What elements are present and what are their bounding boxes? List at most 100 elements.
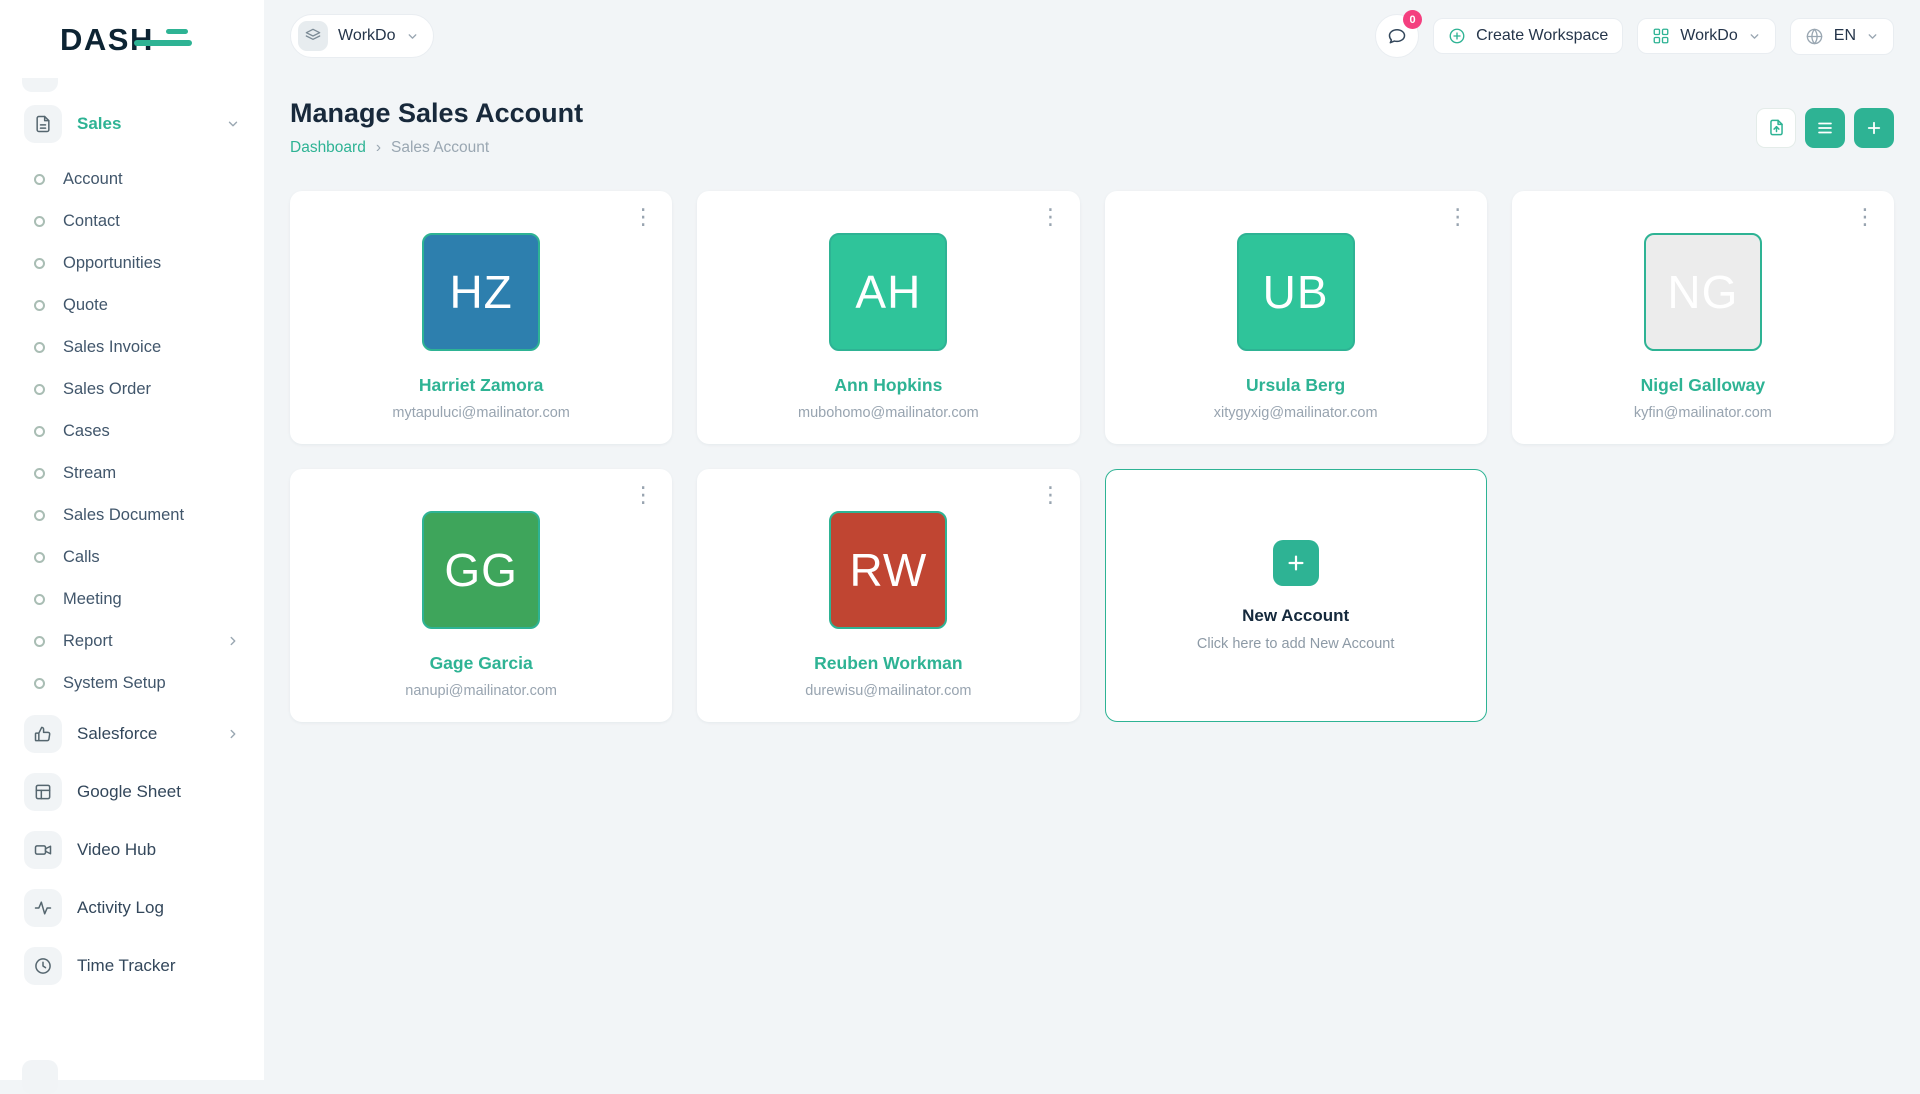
sidebar-item-time-tracker[interactable]: Time Tracker <box>16 940 248 992</box>
list-view-button[interactable] <box>1805 108 1845 148</box>
like-icon <box>24 715 62 753</box>
plus-icon[interactable] <box>1273 540 1319 586</box>
clock-icon <box>24 947 62 985</box>
topbar-right: 0 Create Workspace WorkDo <box>1375 14 1894 58</box>
sidebar-subitem-calls[interactable]: Calls <box>16 536 248 578</box>
sidebar-subitem-cases[interactable]: Cases <box>16 410 248 452</box>
list-icon <box>1816 119 1834 137</box>
layers-icon <box>298 21 328 51</box>
bullet-icon <box>34 216 45 227</box>
sidebar-subitem-label: System Setup <box>63 674 240 693</box>
account-initials: HZ <box>449 265 512 319</box>
account-email: durewisu@mailinator.com <box>805 683 971 699</box>
sidebar-bottom-menu: Salesforce Google Sheet Video Hub Activity … <box>16 708 248 992</box>
document-icon <box>24 105 62 143</box>
bullet-icon <box>34 468 45 479</box>
account-card[interactable]: ⋮HZHarriet Zamoramytapuluci@mailinator.c… <box>290 191 672 444</box>
bullet-icon <box>34 510 45 521</box>
sidebar-subitem-account[interactable]: Account <box>16 158 248 200</box>
chevron-right-icon <box>226 634 240 648</box>
chevron-down-icon <box>1748 30 1761 43</box>
language-selector[interactable]: EN <box>1790 18 1894 55</box>
sidebar-subitem-sales-order[interactable]: Sales Order <box>16 368 248 410</box>
account-avatar: RW <box>829 511 947 629</box>
sidebar-item-sales[interactable]: Sales <box>16 98 248 150</box>
account-card[interactable]: ⋮NGNigel Gallowaykyfin@mailinator.com <box>1512 191 1894 444</box>
sidebar: DASH Sales Account Contact Opportunities Qu… <box>0 0 264 1080</box>
create-workspace-button[interactable]: Create Workspace <box>1433 18 1623 54</box>
sidebar-subitem-quote[interactable]: Quote <box>16 284 248 326</box>
messages-button[interactable]: 0 <box>1375 14 1419 58</box>
account-name[interactable]: Nigel Galloway <box>1641 375 1765 396</box>
sidebar-subitem-opportunities[interactable]: Opportunities <box>16 242 248 284</box>
account-initials: UB <box>1263 265 1329 319</box>
messages-badge: 0 <box>1403 10 1422 29</box>
sidebar-subitem-system-setup[interactable]: System Setup <box>16 662 248 704</box>
account-initials: RW <box>849 543 927 597</box>
bullet-icon <box>34 552 45 563</box>
sidebar-item-activity-log[interactable]: Activity Log <box>16 882 248 934</box>
video-icon <box>24 831 62 869</box>
sidebar-item-salesforce[interactable]: Salesforce <box>16 708 248 760</box>
card-menu-button[interactable]: ⋮ <box>628 481 658 511</box>
sidebar-item-label: Activity Log <box>77 898 240 918</box>
account-name[interactable]: Harriet Zamora <box>419 375 544 396</box>
breadcrumb-dashboard-link[interactable]: Dashboard <box>290 139 366 157</box>
sidebar-subitem-label: Report <box>63 632 208 651</box>
account-card[interactable]: ⋮UBUrsula Bergxitygyxig@mailinator.com <box>1105 191 1487 444</box>
new-account-card[interactable]: New Account Click here to add New Accoun… <box>1105 469 1487 722</box>
workspace-selector[interactable]: WorkDo <box>290 14 434 58</box>
sidebar-subitem-label: Opportunities <box>63 254 240 273</box>
accounts-grid: ⋮HZHarriet Zamoramytapuluci@mailinator.c… <box>290 191 1894 722</box>
sidebar-item-video-hub[interactable]: Video Hub <box>16 824 248 876</box>
page-title: Manage Sales Account <box>290 98 583 129</box>
account-initials: AH <box>855 265 921 319</box>
breadcrumb-separator: › <box>376 139 381 157</box>
account-avatar: NG <box>1644 233 1762 351</box>
card-menu-button[interactable]: ⋮ <box>1850 203 1880 233</box>
sidebar-subitem-meeting[interactable]: Meeting <box>16 578 248 620</box>
bullet-icon <box>34 678 45 689</box>
sidebar-subitem-sales-invoice[interactable]: Sales Invoice <box>16 326 248 368</box>
sidebar-item-label: Sales <box>77 114 211 134</box>
logo-dash-icon <box>134 40 192 46</box>
page-actions <box>1756 108 1894 148</box>
app-menu-button[interactable]: WorkDo <box>1637 18 1776 54</box>
sidebar-subitem-label: Contact <box>63 212 240 231</box>
account-name[interactable]: Gage Garcia <box>430 653 533 674</box>
brand-logo[interactable]: DASH <box>16 16 206 78</box>
card-menu-button[interactable]: ⋮ <box>1036 481 1066 511</box>
bullet-icon <box>34 174 45 185</box>
account-name[interactable]: Ann Hopkins <box>834 375 942 396</box>
sidebar-subitem-report[interactable]: Report <box>16 620 248 662</box>
account-card[interactable]: ⋮AHAnn Hopkinsmubohomo@mailinator.com <box>697 191 1079 444</box>
grid-icon <box>1652 27 1670 45</box>
card-menu-button[interactable]: ⋮ <box>1443 203 1473 233</box>
chevron-right-icon <box>226 727 240 741</box>
breadcrumb: Dashboard › Sales Account <box>290 139 583 157</box>
export-button[interactable] <box>1756 108 1796 148</box>
clipped-menu-icon <box>22 78 58 92</box>
sidebar-subitem-label: Sales Order <box>63 380 240 399</box>
account-email: nanupi@mailinator.com <box>405 683 557 699</box>
account-name[interactable]: Reuben Workman <box>814 653 962 674</box>
breadcrumb-current: Sales Account <box>391 139 489 157</box>
sidebar-subitem-label: Cases <box>63 422 240 441</box>
account-initials: GG <box>444 543 518 597</box>
sidebar-subitem-sales-document[interactable]: Sales Document <box>16 494 248 536</box>
bullet-icon <box>34 426 45 437</box>
sidebar-item-google-sheet[interactable]: Google Sheet <box>16 766 248 818</box>
account-name[interactable]: Ursula Berg <box>1246 375 1345 396</box>
sidebar-item-label: Salesforce <box>77 724 211 744</box>
sidebar-subitem-contact[interactable]: Contact <box>16 200 248 242</box>
chevron-down-icon <box>1866 30 1879 43</box>
sidebar-subitem-label: Sales Invoice <box>63 338 240 357</box>
sidebar-subitem-label: Stream <box>63 464 240 483</box>
account-card[interactable]: ⋮ RW Reuben Workman durewisu@mailinator.com <box>697 469 1079 722</box>
account-card[interactable]: ⋮ GG Gage Garcia nanupi@mailinator.com <box>290 469 672 722</box>
bullet-icon <box>34 636 45 647</box>
card-menu-button[interactable]: ⋮ <box>1036 203 1066 233</box>
card-menu-button[interactable]: ⋮ <box>628 203 658 233</box>
sidebar-subitem-stream[interactable]: Stream <box>16 452 248 494</box>
add-account-button[interactable] <box>1854 108 1894 148</box>
